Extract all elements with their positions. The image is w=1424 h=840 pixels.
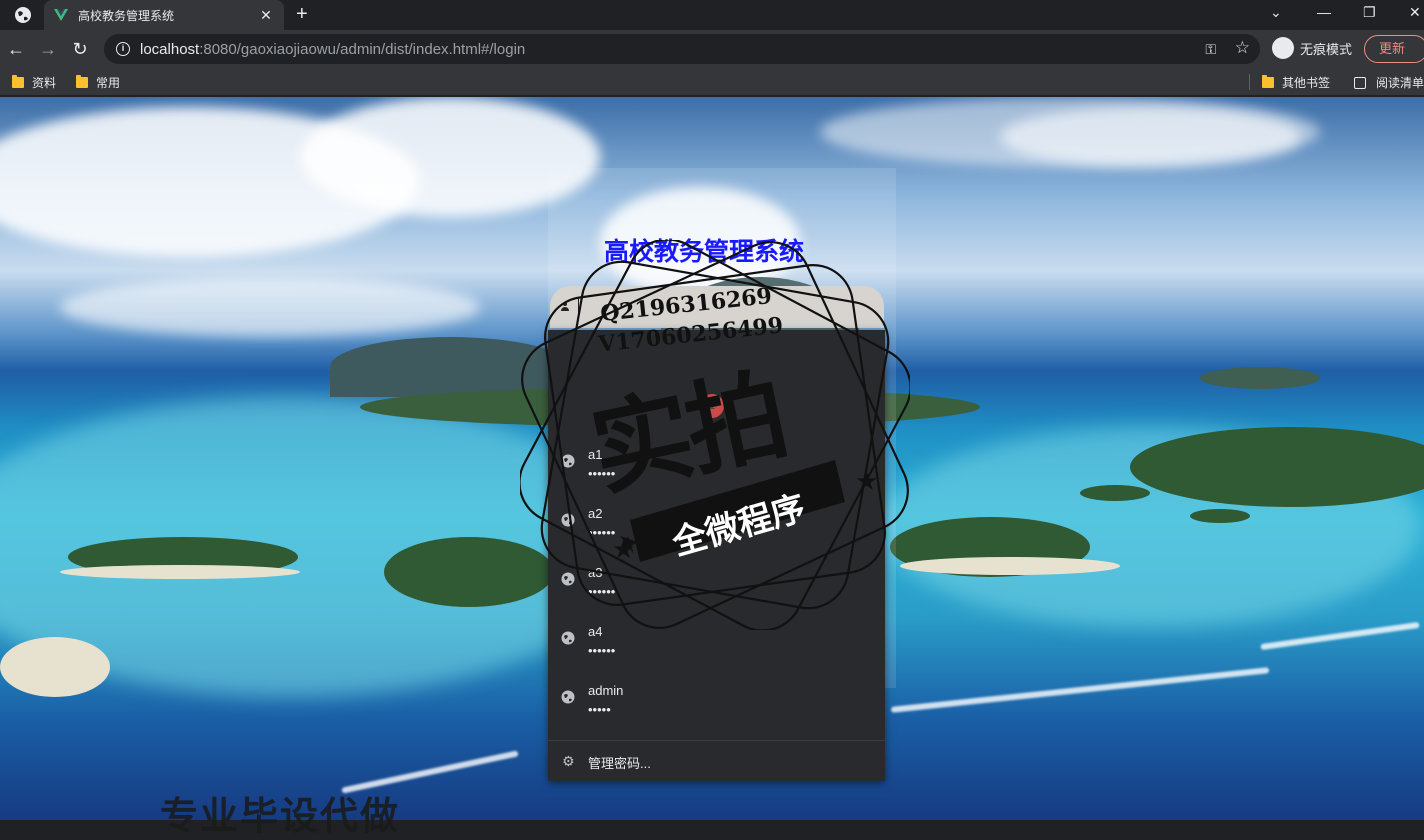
username-input[interactable] <box>580 286 870 328</box>
vue-logo-icon <box>54 9 68 21</box>
autofill-entry[interactable]: admin ••••• <box>548 674 885 733</box>
autofill-password: •••••• <box>588 643 616 658</box>
address-bar[interactable]: i localhost :8080/gaoxiaojiaowu/admin/di… <box>104 34 1260 64</box>
globe-icon[interactable] <box>14 6 32 24</box>
other-bookmarks-label: 其他书签 <box>1282 76 1331 90</box>
user-icon <box>560 302 570 312</box>
globe-icon <box>561 454 575 468</box>
close-tab-icon[interactable]: ✕ <box>258 7 274 24</box>
update-label: 更新 <box>1379 41 1406 56</box>
close-window-button[interactable]: ✕ <box>1409 4 1421 20</box>
forward-arrow-icon[interactable]: → <box>38 39 58 59</box>
video-caption: 专业毕设代做 <box>160 796 401 838</box>
globe-icon <box>561 690 575 704</box>
bookmark-folder-ziliao[interactable]: 资料 <box>12 74 56 91</box>
url-host: localhost <box>140 40 200 58</box>
star-bookmark-icon[interactable]: ☆ <box>1235 38 1250 58</box>
bookmarks-bar: 资料 常用 其他书签 阅读清单 <box>0 68 1424 96</box>
other-bookmarks[interactable]: 其他书签 <box>1262 74 1330 91</box>
update-button[interactable]: 更新 <box>1364 35 1424 63</box>
bookmark-label: 资料 <box>32 76 57 90</box>
url-path: :8080/gaoxiaojiaowu/admin/dist/index.htm… <box>199 40 526 58</box>
autofill-username: a2 <box>588 506 603 521</box>
autofill-entry[interactable]: a3 •••••• <box>548 556 885 615</box>
tab-title: 高校教务管理系统 <box>78 8 175 23</box>
manage-passwords-item[interactable]: ⚙ 管理密码... <box>548 740 885 781</box>
autofill-entry[interactable]: a1 •••••• <box>548 438 885 497</box>
back-arrow-icon[interactable]: ← <box>6 39 26 59</box>
reading-list[interactable]: 阅读清单 <box>1354 74 1424 91</box>
key-icon[interactable]: ⚿ <box>1205 41 1216 58</box>
globe-icon <box>561 631 575 645</box>
folder-icon <box>12 75 24 88</box>
folder-icon <box>1262 75 1274 88</box>
globe-icon <box>561 572 575 586</box>
bookmarks-divider <box>1249 74 1250 90</box>
site-info-icon[interactable]: i <box>116 42 130 56</box>
autofill-username: a3 <box>588 565 603 580</box>
autofill-password: ••••• <box>588 702 611 717</box>
reload-icon[interactable]: ↻ <box>70 39 90 59</box>
tab-strip: 高校教务管理系统 ✕ + ⌄ — ❐ ✕ <box>0 0 1424 30</box>
new-tab-button[interactable]: + <box>296 3 308 25</box>
autofill-password: •••••• <box>588 584 616 599</box>
text-caret <box>578 298 579 316</box>
autofill-password: •••••• <box>588 525 616 540</box>
manage-passwords-label: 管理密码... <box>588 756 651 771</box>
minimize-button[interactable]: — <box>1317 4 1331 20</box>
autofill-username: admin <box>588 683 624 698</box>
incognito-indicator[interactable]: 无痕模式 <box>1272 37 1352 59</box>
bookmark-label: 常用 <box>96 76 121 90</box>
tab-active[interactable]: 高校教务管理系统 ✕ <box>44 0 284 30</box>
tab-search-icon[interactable]: ⌄ <box>1270 4 1282 20</box>
restore-button[interactable]: ❐ <box>1363 4 1376 20</box>
mouse-click-indicator: 1 <box>700 394 724 418</box>
incognito-label: 无痕模式 <box>1300 41 1353 57</box>
autofill-username: a4 <box>588 624 603 639</box>
reading-list-icon <box>1354 76 1366 89</box>
bookmark-folder-changyong[interactable]: 常用 <box>76 74 120 91</box>
gear-icon: ⚙ <box>562 753 575 769</box>
system-title: 高校教务管理系统 <box>604 237 805 266</box>
reading-list-label: 阅读清单 <box>1376 76 1424 90</box>
globe-icon <box>561 513 575 527</box>
incognito-icon <box>1272 37 1294 59</box>
username-field-wrapper[interactable] <box>550 286 884 328</box>
autofill-username: a1 <box>588 447 603 462</box>
autofill-entry[interactable]: a4 •••••• <box>548 615 885 674</box>
browser-toolbar: ← → ↻ i localhost :8080/gaoxiaojiaowu/ad… <box>0 30 1424 68</box>
autofill-password: •••••• <box>588 466 616 481</box>
folder-icon <box>76 75 88 88</box>
autofill-entry[interactable]: a2 •••••• <box>548 497 885 556</box>
